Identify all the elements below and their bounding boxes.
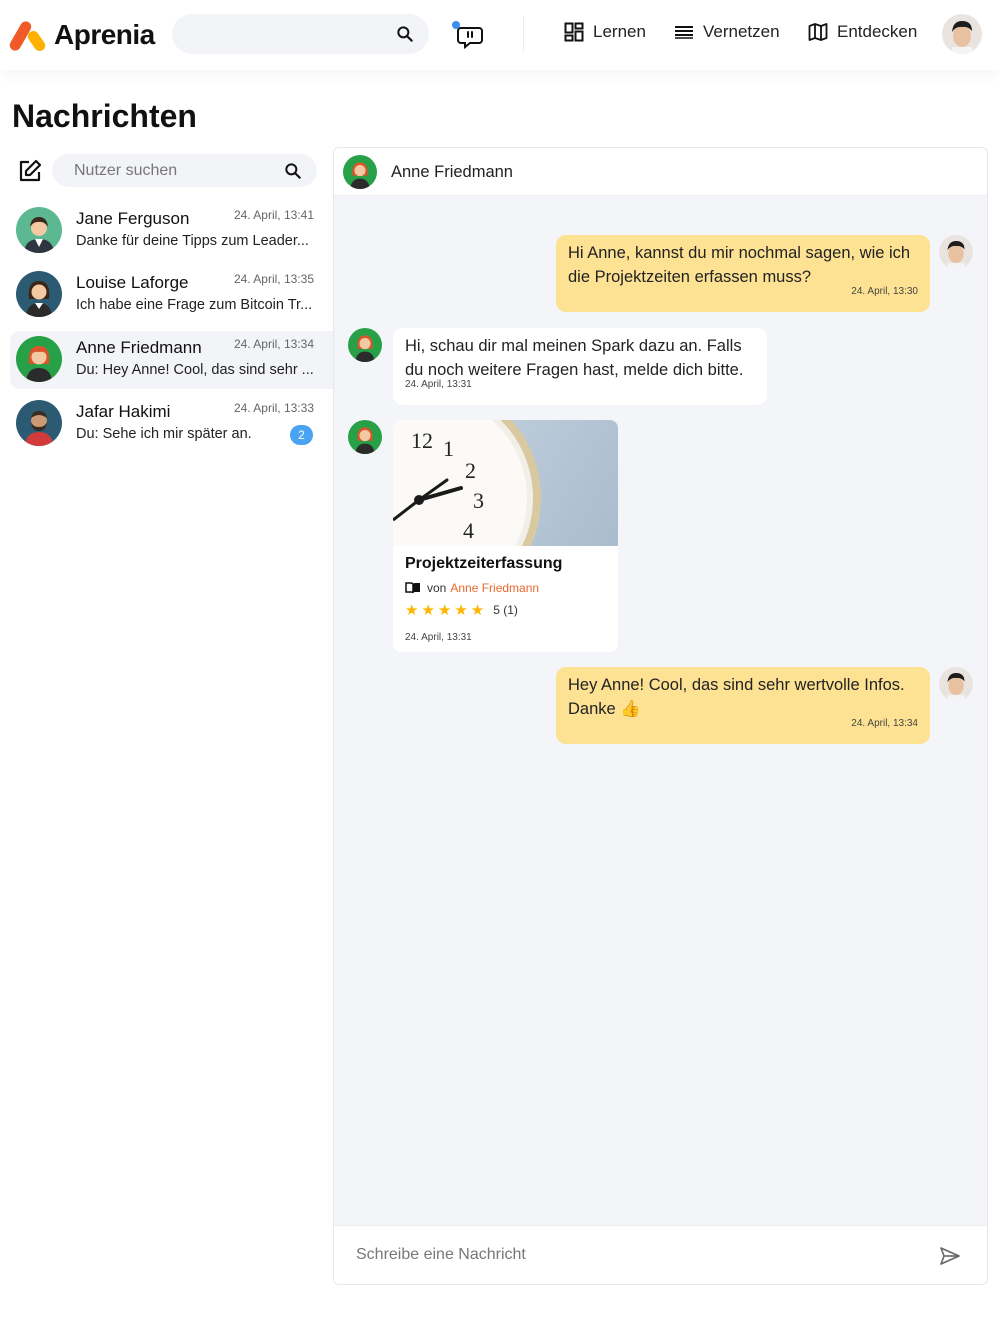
conversation-name: Louise Laforge bbox=[76, 273, 189, 292]
spark-byline: von Anne Friedmann bbox=[405, 581, 539, 595]
conversation-item-anne-friedmann[interactable]: Anne Friedmann 24. April, 13:34 Du: Hey … bbox=[10, 331, 333, 389]
logo-icon bbox=[7, 18, 48, 54]
conversation-item-jane-ferguson[interactable]: Jane Ferguson 24. April, 13:41 Danke für… bbox=[10, 202, 333, 260]
conversation-item-louise-laforge[interactable]: Louise Laforge 24. April, 13:35 Ich habe… bbox=[10, 266, 333, 324]
my-avatar bbox=[939, 235, 973, 269]
nav-lernen-label: Lernen bbox=[593, 22, 646, 41]
chat-header: Anne Friedmann bbox=[334, 148, 987, 196]
contact-name[interactable]: Anne Friedmann bbox=[391, 163, 513, 182]
conversation-item-jafar-hakimi[interactable]: Jafar Hakimi 24. April, 13:33 Du: Sehe i… bbox=[10, 395, 333, 453]
app-name: Aprenia bbox=[54, 19, 155, 50]
message-input[interactable] bbox=[356, 1240, 916, 1270]
conversation-time: 24. April, 13:41 bbox=[233, 208, 314, 222]
conversation-preview: Ich habe eine Frage zum Bitcoin Tr... bbox=[76, 297, 313, 313]
spark-rating: ★★★★★ 5 (1) bbox=[405, 601, 518, 619]
dashboard-icon bbox=[564, 22, 584, 42]
chat-panel: Anne Friedmann Hi Anne, kannst du mir no… bbox=[333, 147, 988, 1285]
svg-text:12: 12 bbox=[411, 428, 433, 453]
my-avatar bbox=[939, 667, 973, 701]
send-icon[interactable] bbox=[939, 1245, 961, 1267]
unread-badge: 2 bbox=[290, 425, 313, 445]
top-bar: Aprenia Lernen Vernetzen Entdecken bbox=[0, 0, 1000, 70]
conversation-time: 24. April, 13:33 bbox=[233, 401, 314, 415]
conversation-preview: Du: Sehe ich mir später an. bbox=[76, 426, 252, 442]
page-title: Nachrichten bbox=[12, 98, 197, 134]
search-icon[interactable] bbox=[395, 24, 415, 44]
avatar bbox=[16, 207, 62, 253]
app-logo[interactable]: Aprenia bbox=[7, 18, 155, 54]
global-search-field[interactable] bbox=[172, 14, 429, 54]
avatar bbox=[16, 271, 62, 317]
conversation-preview: Du: Hey Anne! Cool, das sind sehr ... bbox=[76, 362, 314, 378]
feedback-icon[interactable] bbox=[450, 20, 484, 50]
message-time: 24. April, 13:31 bbox=[405, 632, 472, 643]
spark-by-prefix: von bbox=[427, 581, 447, 595]
contact-avatar bbox=[348, 328, 382, 362]
conversation-time: 24. April, 13:35 bbox=[233, 272, 314, 286]
svg-text:3: 3 bbox=[473, 488, 484, 513]
message-bubble-received: Hi, schau dir mal meinen Spark dazu an. … bbox=[393, 328, 767, 405]
nav-entdecken-label: Entdecken bbox=[837, 22, 918, 41]
conversation-name: Jafar Hakimi bbox=[76, 402, 171, 421]
svg-text:1: 1 bbox=[443, 436, 454, 461]
book-icon bbox=[405, 582, 420, 594]
conversation-name: Jane Ferguson bbox=[76, 209, 190, 228]
compose-icon[interactable] bbox=[17, 158, 43, 184]
map-icon bbox=[808, 23, 828, 41]
contact-avatar[interactable] bbox=[343, 155, 377, 189]
message-time: 24. April, 13:30 bbox=[851, 286, 918, 297]
user-search-input[interactable] bbox=[74, 154, 274, 187]
message-bubble-sent: Hi Anne, kannst du mir nochmal sagen, wi… bbox=[556, 235, 930, 312]
svg-text:2: 2 bbox=[465, 458, 476, 483]
rating-value: 5 (1) bbox=[493, 603, 518, 617]
svg-text:4: 4 bbox=[463, 518, 474, 543]
nav-lernen[interactable]: Lernen bbox=[564, 22, 646, 42]
conversation-time: 24. April, 13:34 bbox=[233, 337, 314, 351]
list-icon bbox=[675, 26, 693, 39]
nav-vernetzen[interactable]: Vernetzen bbox=[674, 22, 780, 42]
message-time: 24. April, 13:31 bbox=[405, 379, 472, 390]
spark-card[interactable]: 12 1 2 3 4 Projektzeiterfassung von Anne… bbox=[393, 420, 618, 652]
user-search[interactable] bbox=[52, 154, 317, 187]
contact-avatar bbox=[348, 420, 382, 454]
conversation-name: Anne Friedmann bbox=[76, 338, 202, 357]
nav-entdecken[interactable]: Entdecken bbox=[808, 22, 917, 42]
spark-title[interactable]: Projektzeiterfassung bbox=[405, 555, 562, 573]
divider bbox=[523, 16, 524, 52]
nav-vernetzen-label: Vernetzen bbox=[703, 22, 780, 41]
search-icon[interactable] bbox=[283, 161, 303, 181]
spark-author-link[interactable]: Anne Friedmann bbox=[450, 581, 539, 595]
message-bubble-sent: Hey Anne! Cool, das sind sehr wertvolle … bbox=[556, 667, 930, 744]
avatar bbox=[16, 336, 62, 382]
avatar bbox=[16, 400, 62, 446]
message-time: 24. April, 13:34 bbox=[851, 718, 918, 729]
conversation-preview: Danke für deine Tipps zum Leader... bbox=[76, 233, 309, 249]
spark-thumbnail: 12 1 2 3 4 bbox=[393, 420, 618, 546]
star-rating-icon: ★★★★★ bbox=[405, 602, 488, 619]
message-composer bbox=[334, 1225, 987, 1284]
user-avatar[interactable] bbox=[942, 14, 982, 54]
